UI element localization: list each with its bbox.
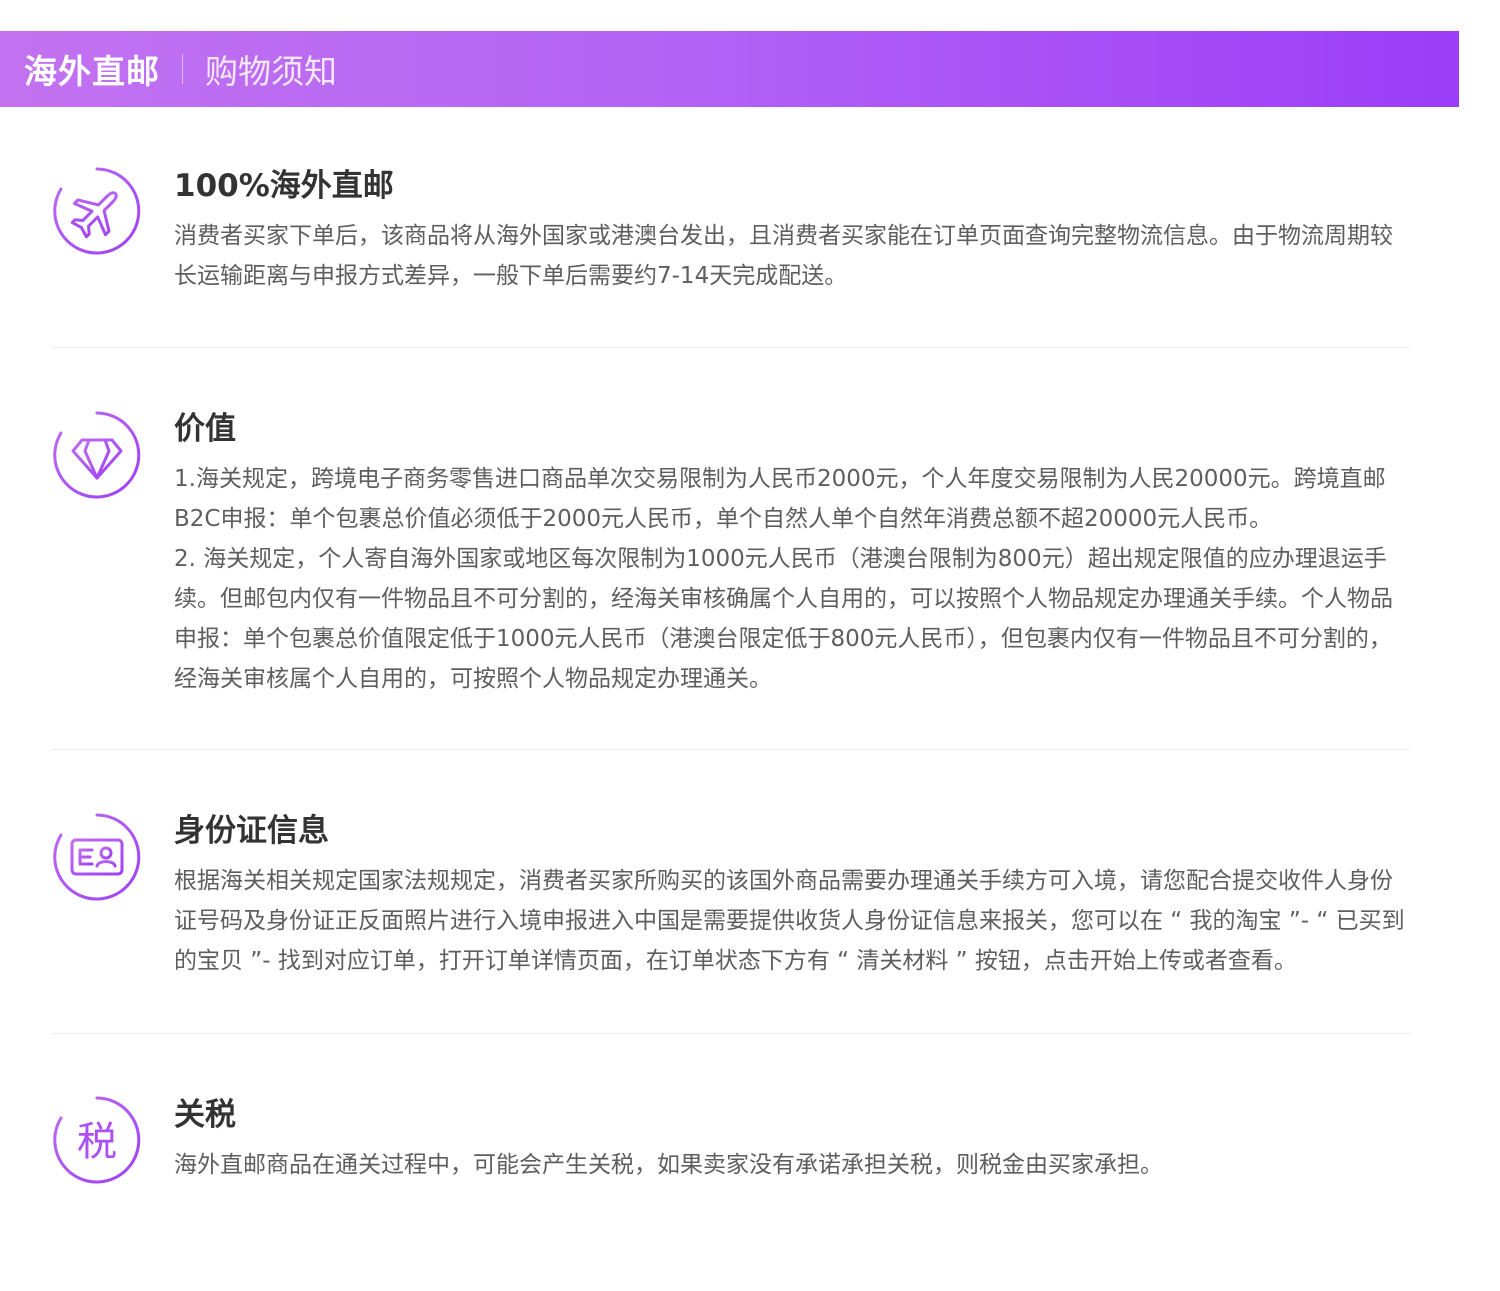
section-paragraph: 2. 海关规定，个人寄自海外国家或地区每次限制为1000元人民币（港澳台限制为8… — [174, 546, 1393, 692]
header-title: 海外直邮 — [24, 52, 160, 91]
section-body: 消费者买家下单后，该商品将从海外国家或港澳台发出，且消费者买家能在订单页面查询完… — [174, 216, 1414, 296]
header-subtitle: 购物须知 — [205, 52, 337, 91]
section-divider — [52, 749, 1410, 750]
header-bar: 海外直邮 购物须知 — [0, 31, 1459, 107]
section-divider — [52, 347, 1410, 348]
section-title: 关税 — [174, 1097, 236, 1133]
id-card-icon — [52, 812, 142, 902]
section-paragraph: 消费者买家下单后，该商品将从海外国家或港澳台发出，且消费者买家能在订单页面查询完… — [174, 223, 1393, 289]
section-title: 价值 — [174, 411, 236, 447]
header-divider — [182, 54, 183, 84]
section-title: 100%海外直邮 — [174, 168, 394, 204]
airplane-icon — [52, 166, 142, 256]
section-body: 1.海关规定，跨境电子商务零售进口商品单次交易限制为人民币2000元，个人年度交… — [174, 459, 1414, 699]
section-divider — [52, 1033, 1410, 1034]
tax-icon-glyph: 税 — [77, 1119, 117, 1165]
section-paragraph: 海外直邮商品在通关过程中，可能会产生关税，如果卖家没有承诺承担关税，则税金由买家… — [174, 1152, 1163, 1178]
diamond-icon — [52, 410, 142, 500]
section-body: 海外直邮商品在通关过程中，可能会产生关税，如果卖家没有承诺承担关税，则税金由买家… — [174, 1145, 1414, 1185]
tax-icon: 税 — [52, 1095, 142, 1185]
section-paragraph: 根据海关相关规定国家法规规定，消费者买家所购买的该国外商品需要办理通关手续方可入… — [174, 868, 1405, 974]
section-title: 身份证信息 — [174, 813, 329, 849]
section-paragraph: 1.海关规定，跨境电子商务零售进口商品单次交易限制为人民币2000元，个人年度交… — [174, 466, 1386, 532]
section-body: 根据海关相关规定国家法规规定，消费者买家所购买的该国外商品需要办理通关手续方可入… — [174, 861, 1414, 981]
